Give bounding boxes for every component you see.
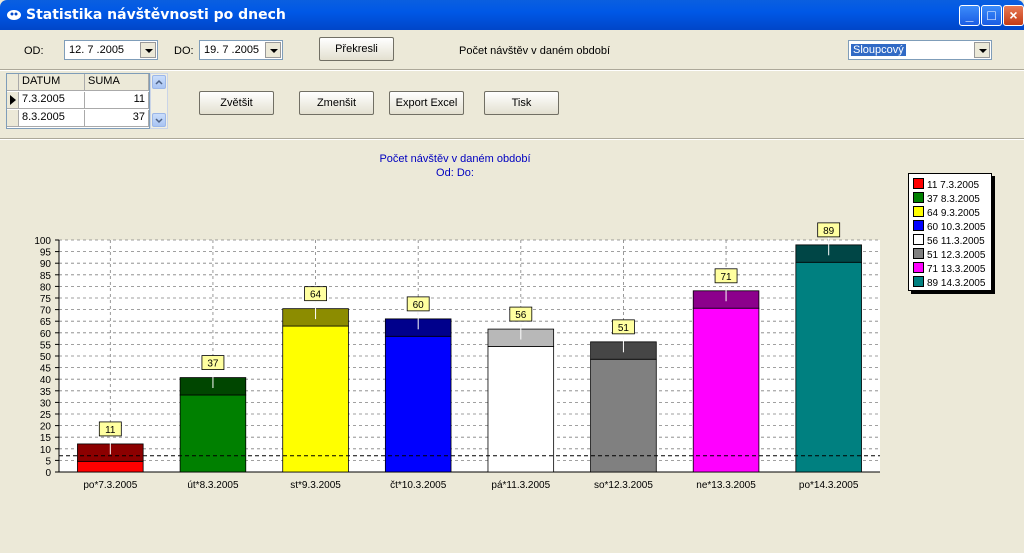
y-tick-label: 100 (34, 236, 51, 247)
bar (795, 261, 862, 473)
y-tick-label: 65 (40, 317, 52, 328)
legend-swatch (913, 192, 924, 203)
x-tick-label: st*9.3.2005 (290, 480, 341, 491)
legend-label: 51 12.3.2005 (927, 250, 986, 261)
legend-swatch (913, 248, 924, 259)
y-tick-label: 10 (40, 445, 52, 456)
y-tick-label: 90 (40, 259, 52, 270)
legend-label: 37 8.3.2005 (927, 194, 980, 205)
x-tick-label: ne*13.3.2005 (696, 480, 756, 491)
y-tick-label: 70 (40, 306, 52, 317)
y-tick-label: 5 (45, 456, 51, 467)
y-tick-label: 25 (40, 410, 52, 421)
legend-swatch (913, 234, 924, 245)
data-label: 56 (515, 310, 527, 321)
legend-label: 64 9.3.2005 (927, 208, 980, 219)
bar (77, 460, 144, 473)
y-tick-label: 85 (40, 271, 52, 282)
legend-item: 51 12.3.2005 (913, 248, 985, 262)
y-tick-label: 15 (40, 433, 52, 444)
legend-swatch (913, 178, 924, 189)
y-tick-label: 40 (40, 375, 52, 386)
legend-label: 56 11.3.2005 (927, 236, 985, 247)
x-tick-label: so*12.3.2005 (594, 480, 653, 491)
y-tick-label: 80 (40, 282, 52, 293)
y-tick-label: 20 (40, 422, 52, 433)
y-tick-label: 30 (40, 398, 52, 409)
y-tick-label: 55 (40, 340, 52, 351)
legend-label: 89 14.3.2005 (927, 278, 986, 289)
legend-swatch (913, 220, 924, 231)
y-tick-label: 0 (45, 468, 51, 479)
y-tick-label: 95 (40, 248, 52, 259)
legend-item: 64 9.3.2005 (913, 206, 980, 220)
legend-label: 11 7.3.2005 (927, 180, 980, 191)
legend-label: 60 10.3.2005 (927, 222, 986, 233)
data-label: 37 (207, 359, 219, 370)
x-tick-label: čt*10.3.2005 (390, 480, 447, 491)
chart-legend: 11 7.3.2005 37 8.3.2005 64 9.3.2005 60 10.3… (908, 173, 992, 291)
y-tick-label: 35 (40, 387, 52, 398)
data-label: 71 (721, 272, 733, 283)
y-tick-label: 75 (40, 294, 52, 305)
legend-label: 71 13.3.2005 (927, 264, 986, 275)
x-tick-label: po*14.3.2005 (799, 480, 859, 491)
legend-swatch (913, 276, 924, 287)
y-tick-label: 60 (40, 329, 52, 340)
bar (487, 346, 555, 473)
legend-item: 56 11.3.2005 (913, 234, 985, 248)
bar (282, 325, 349, 473)
data-label: 51 (618, 323, 630, 334)
bar (179, 394, 247, 473)
bar-chart: 0510152025303540455055606570758085909510… (34, 222, 880, 491)
y-tick-label: 50 (40, 352, 52, 363)
legend-item: 11 7.3.2005 (913, 178, 979, 192)
legend-item: 71 13.3.2005 (913, 262, 985, 276)
x-tick-label: pá*11.3.2005 (491, 480, 550, 491)
legend-swatch (913, 262, 924, 273)
legend-item: 89 14.3.2005 (913, 276, 985, 290)
legend-swatch (913, 206, 924, 217)
legend-item: 60 10.3.2005 (913, 220, 985, 234)
y-tick-label: 45 (40, 364, 52, 375)
bar (692, 307, 760, 473)
data-label: 64 (310, 290, 322, 301)
legend-item: 37 8.3.2005 (913, 192, 980, 206)
data-label: 11 (105, 425, 116, 436)
bar (384, 335, 452, 473)
data-label: 89 (823, 226, 835, 237)
x-tick-label: út*8.3.2005 (187, 480, 239, 491)
x-tick-label: po*7.3.2005 (83, 480, 137, 491)
data-label: 60 (413, 300, 425, 311)
bar (590, 358, 657, 473)
